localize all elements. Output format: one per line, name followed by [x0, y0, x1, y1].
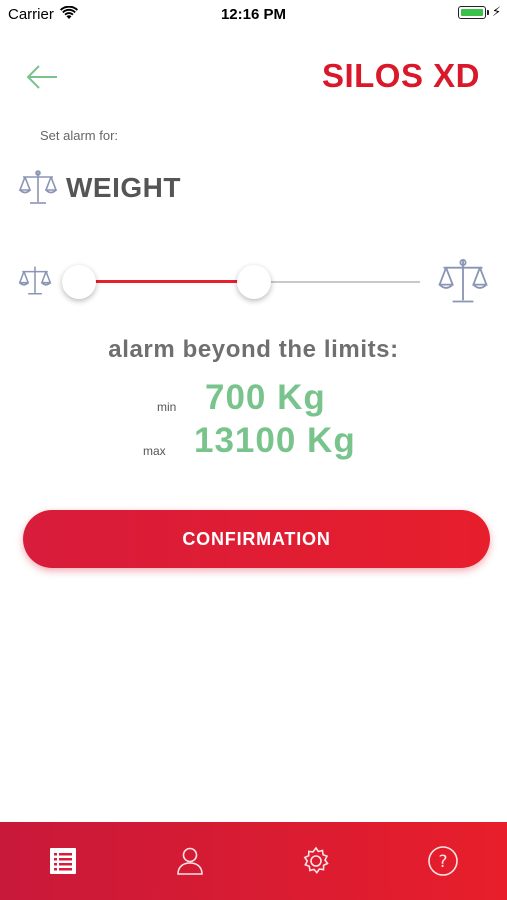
confirmation-button[interactable]: CONFIRMATION	[23, 510, 490, 568]
scale-max-icon	[438, 258, 488, 303]
status-time: 12:16 PM	[220, 6, 287, 23]
charging-icon: ⚡	[492, 4, 502, 19]
battery-cap	[487, 10, 489, 15]
list-icon	[50, 848, 76, 874]
battery-icon	[458, 6, 486, 19]
tab-list[interactable]	[0, 822, 126, 900]
status-bar: Carrier 12:16 PM ⚡	[0, 0, 507, 28]
slider-range-fill	[78, 280, 254, 283]
svg-text:?: ?	[438, 852, 447, 872]
user-icon	[177, 847, 203, 875]
alarm-type-label: WEIGHT	[66, 172, 181, 203]
tab-settings[interactable]	[253, 822, 379, 900]
min-value: 700 Kg	[205, 378, 326, 417]
slider-max-handle[interactable]	[237, 265, 271, 299]
min-label: min	[157, 400, 177, 414]
tab-bar: ?	[0, 822, 507, 900]
tab-profile[interactable]	[127, 822, 253, 900]
help-icon: ?	[428, 846, 458, 876]
max-value: 13100 Kg	[194, 421, 356, 460]
scale-min-icon	[18, 266, 52, 295]
back-arrow-icon[interactable]	[24, 62, 60, 92]
app-title: SILOS XD	[321, 57, 480, 94]
tab-help[interactable]: ?	[380, 822, 506, 900]
gear-icon	[303, 846, 329, 874]
slider-min-handle[interactable]	[62, 265, 96, 299]
max-label: max	[143, 444, 166, 458]
set-alarm-label: Set alarm for:	[40, 128, 119, 143]
scale-icon	[18, 170, 58, 204]
limits-heading: alarm beyond the limits:	[108, 336, 399, 363]
